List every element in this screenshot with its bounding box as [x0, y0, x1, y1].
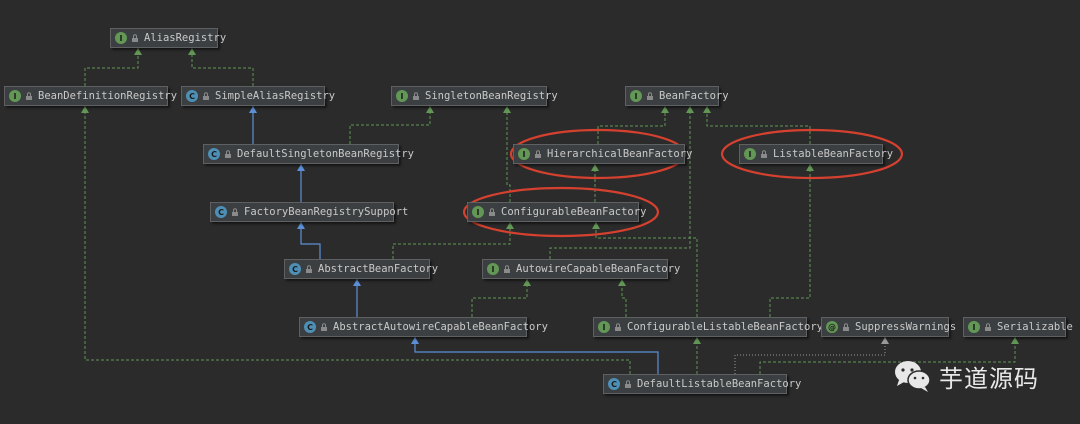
lock-icon: [843, 323, 849, 331]
edge-dsbr-sbr: [349, 106, 434, 144]
lock-icon: [306, 265, 312, 273]
edge-sar-alias: [188, 48, 254, 86]
interface-type-icon: I: [396, 90, 408, 102]
lock-icon: [203, 92, 209, 100]
node-listable-bean-factory[interactable]: I ListableBeanFactory: [739, 144, 893, 164]
node-default-listable-bean-factory[interactable]: C DefaultListableBeanFactory: [603, 374, 801, 394]
edge-cbf-hbf: [591, 164, 599, 202]
edge-abf-cbf: [392, 222, 514, 259]
node-hierarchical-bean-factory[interactable]: I HierarchicalBeanFactory: [513, 144, 692, 164]
interface-type-icon: I: [518, 148, 530, 160]
interface-type-icon: I: [744, 148, 756, 160]
lock-icon: [225, 150, 231, 158]
node-label: FactoryBeanRegistrySupport: [244, 206, 409, 218]
abstract-type-icon: C: [215, 206, 227, 218]
node-label: BeanDefinitionRegistry: [38, 90, 178, 102]
edge-bdr-alias: [84, 48, 142, 86]
lock-icon: [489, 208, 495, 216]
interface-type-icon: I: [968, 321, 980, 333]
node-label: BeanFactory: [659, 90, 729, 102]
lock-icon: [625, 380, 631, 388]
interface-type-icon: I: [598, 321, 610, 333]
node-label: AliasRegistry: [144, 32, 227, 44]
node-label: AutowireCapableBeanFactory: [516, 263, 681, 275]
interface-type-icon: I: [487, 263, 499, 275]
node-label: HierarchicalBeanFactory: [547, 148, 693, 160]
node-label: SimpleAliasRegistry: [215, 90, 336, 102]
node-suppress-warnings[interactable]: @ SuppressWarnings: [821, 317, 956, 337]
wechat-icon: [895, 361, 931, 392]
node-abstract-bean-factory[interactable]: C AbstractBeanFactory: [284, 259, 438, 279]
edge-cbf-sbr: [503, 106, 511, 202]
node-label: AbstractAutowireCapableBeanFactory: [333, 321, 548, 333]
node-label: Serializable: [997, 321, 1073, 333]
lock-icon: [535, 150, 541, 158]
interface-type-icon: I: [630, 90, 642, 102]
edge-abf-fbrs: [297, 222, 321, 259]
lock-icon: [413, 92, 419, 100]
node-label: DefaultSingletonBeanRegistry: [237, 148, 415, 160]
node-bean-factory[interactable]: I BeanFactory: [625, 86, 729, 106]
lock-icon: [761, 150, 767, 158]
edge-dlbf-aacbf: [411, 337, 659, 374]
lock-icon: [504, 265, 510, 273]
class-type-icon: C: [208, 148, 220, 160]
interface-type-icon: I: [115, 32, 127, 44]
edge-clbf-acbf: [618, 279, 627, 317]
node-autowire-capable-bean-factory[interactable]: I AutowireCapableBeanFactory: [482, 259, 680, 279]
abstract-type-icon: C: [289, 263, 301, 275]
node-factory-bean-registry-support[interactable]: C FactoryBeanRegistrySupport: [210, 202, 408, 222]
lock-icon: [132, 34, 138, 42]
node-label: AbstractBeanFactory: [318, 263, 439, 275]
node-serializable[interactable]: I Serializable: [963, 317, 1073, 337]
lock-icon: [647, 92, 653, 100]
node-configurable-bean-factory[interactable]: I ConfigurableBeanFactory: [467, 202, 646, 222]
edge-aacbf-abf: [353, 279, 361, 317]
class-type-icon: C: [608, 378, 620, 390]
edge-dsbr-sar: [249, 106, 257, 144]
edge-fbrs-dsbr: [297, 164, 305, 202]
node-label: ConfigurableBeanFactory: [501, 206, 647, 218]
annotation-type-icon: @: [826, 321, 838, 333]
node-label: ConfigurableListableBeanFactory: [627, 321, 823, 333]
edge-clbf-lbf: [769, 164, 814, 317]
node-abstract-autowire-capable-bean-factory[interactable]: C AbstractAutowireCapableBeanFactory: [299, 317, 548, 337]
watermark: 芋道源码: [893, 356, 1039, 396]
lock-icon: [321, 323, 327, 331]
lock-icon: [26, 92, 32, 100]
node-label: SingletonBeanRegistry: [425, 90, 558, 102]
node-singleton-bean-registry[interactable]: I SingletonBeanRegistry: [391, 86, 558, 106]
edge-dlbf-clbf: [693, 337, 701, 374]
abstract-type-icon: C: [304, 321, 316, 333]
watermark-text: 芋道源码: [939, 364, 1039, 393]
node-simple-alias-registry[interactable]: C SimpleAliasRegistry: [181, 86, 335, 106]
interface-type-icon: I: [9, 90, 21, 102]
class-type-icon: C: [186, 90, 198, 102]
node-label: DefaultListableBeanFactory: [637, 378, 802, 390]
node-label: SuppressWarnings: [855, 321, 957, 333]
edge-aacbf-acbf: [471, 279, 531, 317]
interface-type-icon: I: [472, 206, 484, 218]
node-bean-definition-registry[interactable]: I BeanDefinitionRegistry: [4, 86, 177, 106]
node-label: ListableBeanFactory: [773, 148, 894, 160]
edge-dlbf-sw: [734, 337, 889, 374]
node-configurable-listable-bean-factory[interactable]: I ConfigurableListableBeanFactory: [593, 317, 823, 337]
lock-icon: [985, 323, 991, 331]
node-alias-registry[interactable]: I AliasRegistry: [110, 28, 226, 48]
node-default-singleton-bean-registry[interactable]: C DefaultSingletonBeanRegistry: [203, 144, 414, 164]
lock-icon: [615, 323, 621, 331]
lock-icon: [232, 208, 238, 216]
edge-hbf-bf: [597, 106, 669, 144]
edge-lbf-bf: [703, 106, 811, 144]
